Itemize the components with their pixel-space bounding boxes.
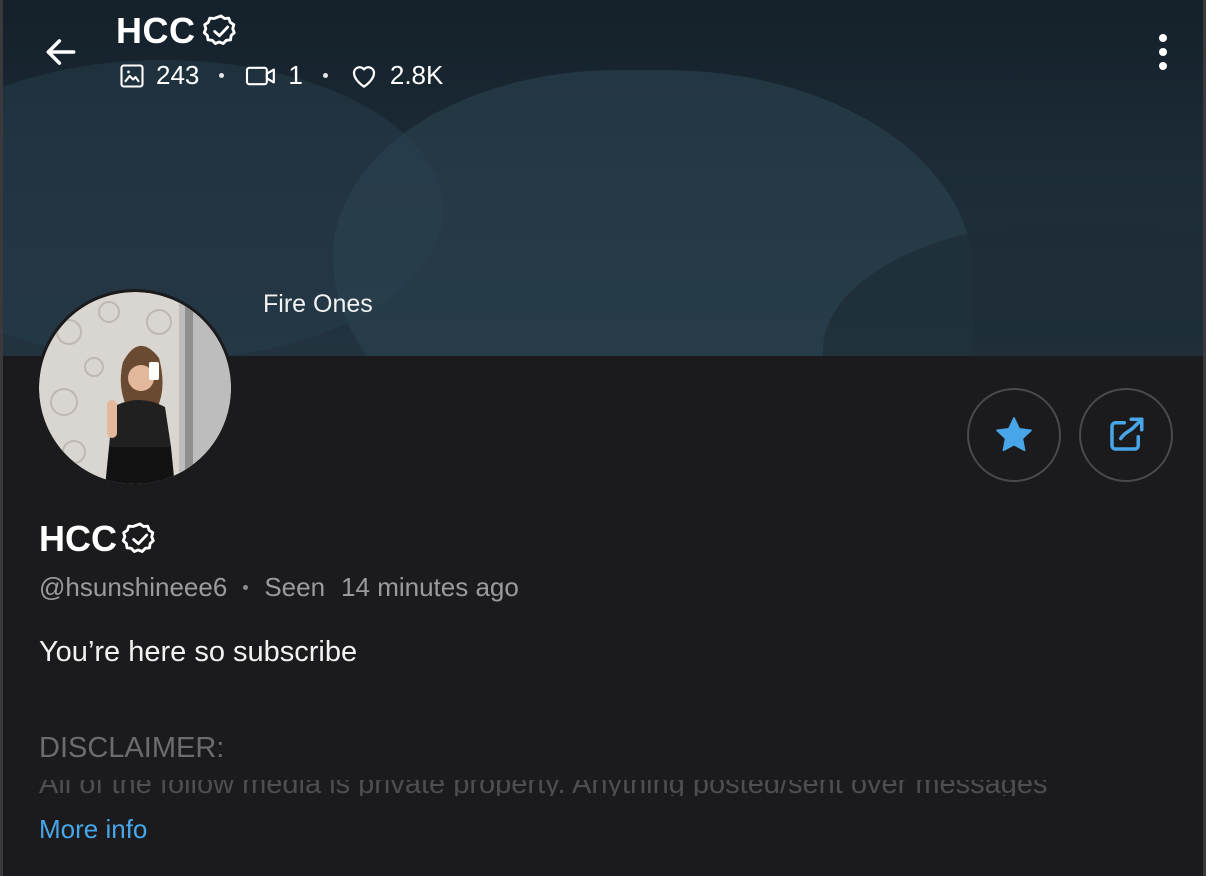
more-vertical-icon (1159, 34, 1167, 42)
arrow-left-icon (46, 39, 76, 65)
banner-caption: Fire Ones (263, 290, 373, 318)
avatar-photo (39, 292, 231, 484)
header-title: HCC (116, 10, 196, 51)
profile-meta: @hsunshineee6 Seen 14 minutes ago (39, 572, 519, 603)
video-icon (246, 66, 276, 85)
profile-handle: @hsunshineee6 (39, 572, 228, 602)
back-button[interactable] (39, 30, 83, 74)
profile-page: Fire Ones HCC 243 1 2.8K HCC @hsunshinee… (0, 0, 1206, 876)
videos-stat: 1 (244, 60, 303, 91)
separator-dot (219, 73, 225, 78)
photos-stat: 243 (118, 60, 199, 91)
image-icon (120, 63, 144, 88)
more-vertical-icon (1159, 62, 1167, 70)
seen-time: 14 minutes ago (341, 572, 519, 602)
profile-name-row: HCC (39, 518, 159, 560)
likes-stat: 2.8K (348, 60, 444, 91)
header-title-row: HCC (116, 10, 240, 52)
disclaimer-text: All of the follow media is private prope… (39, 780, 1169, 796)
top-bar: HCC 243 1 2.8K (3, 0, 1203, 110)
star-icon (996, 417, 1032, 452)
verified-badge-icon (202, 14, 236, 45)
seen-label: Seen (264, 572, 326, 602)
videos-count: 1 (288, 60, 303, 90)
share-icon (1110, 417, 1144, 451)
disclaimer-text-content: All of the follow media is private prope… (39, 780, 1048, 796)
verified-badge-icon (121, 522, 155, 553)
disclaimer-heading: DISCLAIMER: (39, 732, 225, 764)
favorite-button[interactable] (967, 388, 1061, 482)
separator-dot (243, 585, 249, 590)
profile-name: HCC (39, 518, 117, 559)
separator-dot (322, 73, 328, 78)
more-options-button[interactable] (1149, 34, 1177, 70)
profile-bio: You’re here so subscribe (39, 636, 358, 668)
share-button[interactable] (1079, 388, 1173, 482)
heart-icon (352, 65, 375, 88)
header-stats: 243 1 2.8K (118, 60, 443, 91)
likes-count: 2.8K (389, 60, 444, 90)
photos-count: 243 (156, 60, 200, 90)
more-vertical-icon (1159, 48, 1167, 56)
avatar[interactable] (36, 289, 234, 487)
more-info-link[interactable]: More info (39, 814, 147, 845)
